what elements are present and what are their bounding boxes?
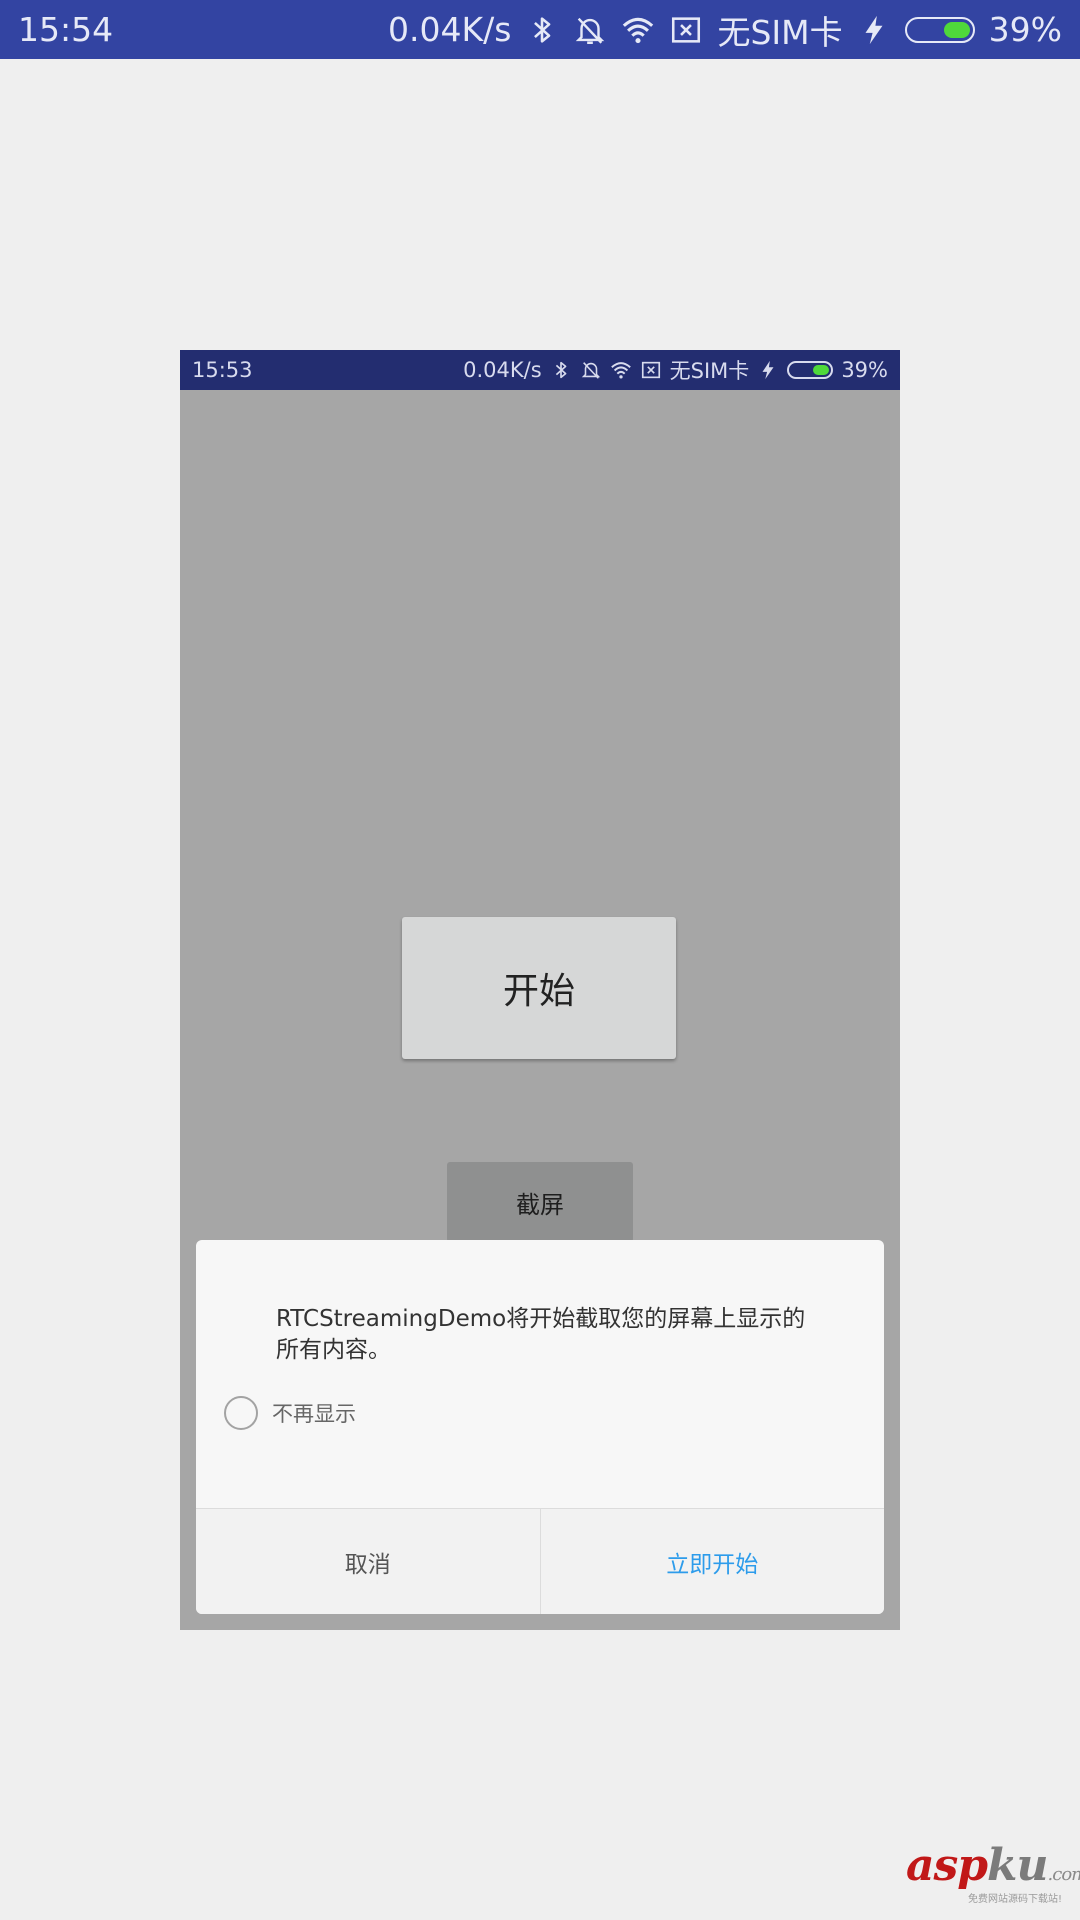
inner-screen: 15:53 0.04K/s 无SIM卡 39% 开始 截屏 RTCStreami…	[180, 350, 900, 1630]
inner-status-bar: 15:53 0.04K/s 无SIM卡 39%	[180, 350, 900, 390]
status-bar: 15:54 0.04K/s 无SIM卡 39%	[0, 0, 1080, 59]
wifi-icon	[610, 359, 632, 381]
sim-x-icon	[669, 13, 703, 47]
dont-show-again-label: 不再显示	[272, 1402, 356, 1426]
net-speed: 0.04K/s	[388, 10, 512, 49]
inner-sim-status: 无SIM卡	[669, 359, 750, 383]
capture-screen-button[interactable]: 截屏	[447, 1162, 633, 1242]
status-time: 15:54	[18, 10, 114, 49]
battery-percent: 39%	[988, 10, 1062, 49]
wifi-icon	[621, 13, 655, 47]
inner-battery-percent: 39%	[841, 358, 888, 382]
bell-off-icon	[580, 359, 602, 381]
bluetooth-icon	[525, 13, 559, 47]
watermark-logo: aspku.com 免费网站源码下载站!	[906, 1844, 1080, 1906]
bell-off-icon	[573, 13, 607, 47]
dont-show-again-option[interactable]: 不再显示	[224, 1396, 356, 1430]
charging-bolt-icon	[857, 13, 891, 47]
bluetooth-icon	[550, 359, 572, 381]
sim-x-icon	[640, 359, 662, 381]
inner-net-speed: 0.04K/s	[463, 358, 542, 382]
battery-fill	[943, 21, 970, 38]
battery-icon	[787, 361, 834, 379]
battery-icon	[904, 16, 975, 43]
start-now-button[interactable]: 立即开始	[541, 1509, 885, 1614]
sim-status: 无SIM卡	[717, 12, 843, 52]
inner-status-right: 0.04K/s 无SIM卡 39%	[463, 355, 888, 385]
screen-capture-permission-dialog: RTCStreamingDemo将开始截取您的屏幕上显示的所有内容。 不再显示 …	[196, 1240, 884, 1614]
cancel-button[interactable]: 取消	[196, 1509, 541, 1614]
dialog-message: RTCStreamingDemo将开始截取您的屏幕上显示的所有内容。	[276, 1306, 806, 1363]
status-right: 0.04K/s 无SIM卡 39%	[388, 6, 1062, 54]
dont-show-again-checkbox[interactable]	[224, 1396, 258, 1430]
dialog-buttons: 取消 立即开始	[196, 1508, 884, 1614]
inner-status-time: 15:53	[192, 358, 253, 382]
watermark-tagline: 免费网站源码下载站!	[968, 1894, 1063, 1905]
start-button[interactable]: 开始	[402, 917, 676, 1059]
charging-bolt-icon	[757, 359, 779, 381]
battery-fill	[812, 365, 830, 375]
